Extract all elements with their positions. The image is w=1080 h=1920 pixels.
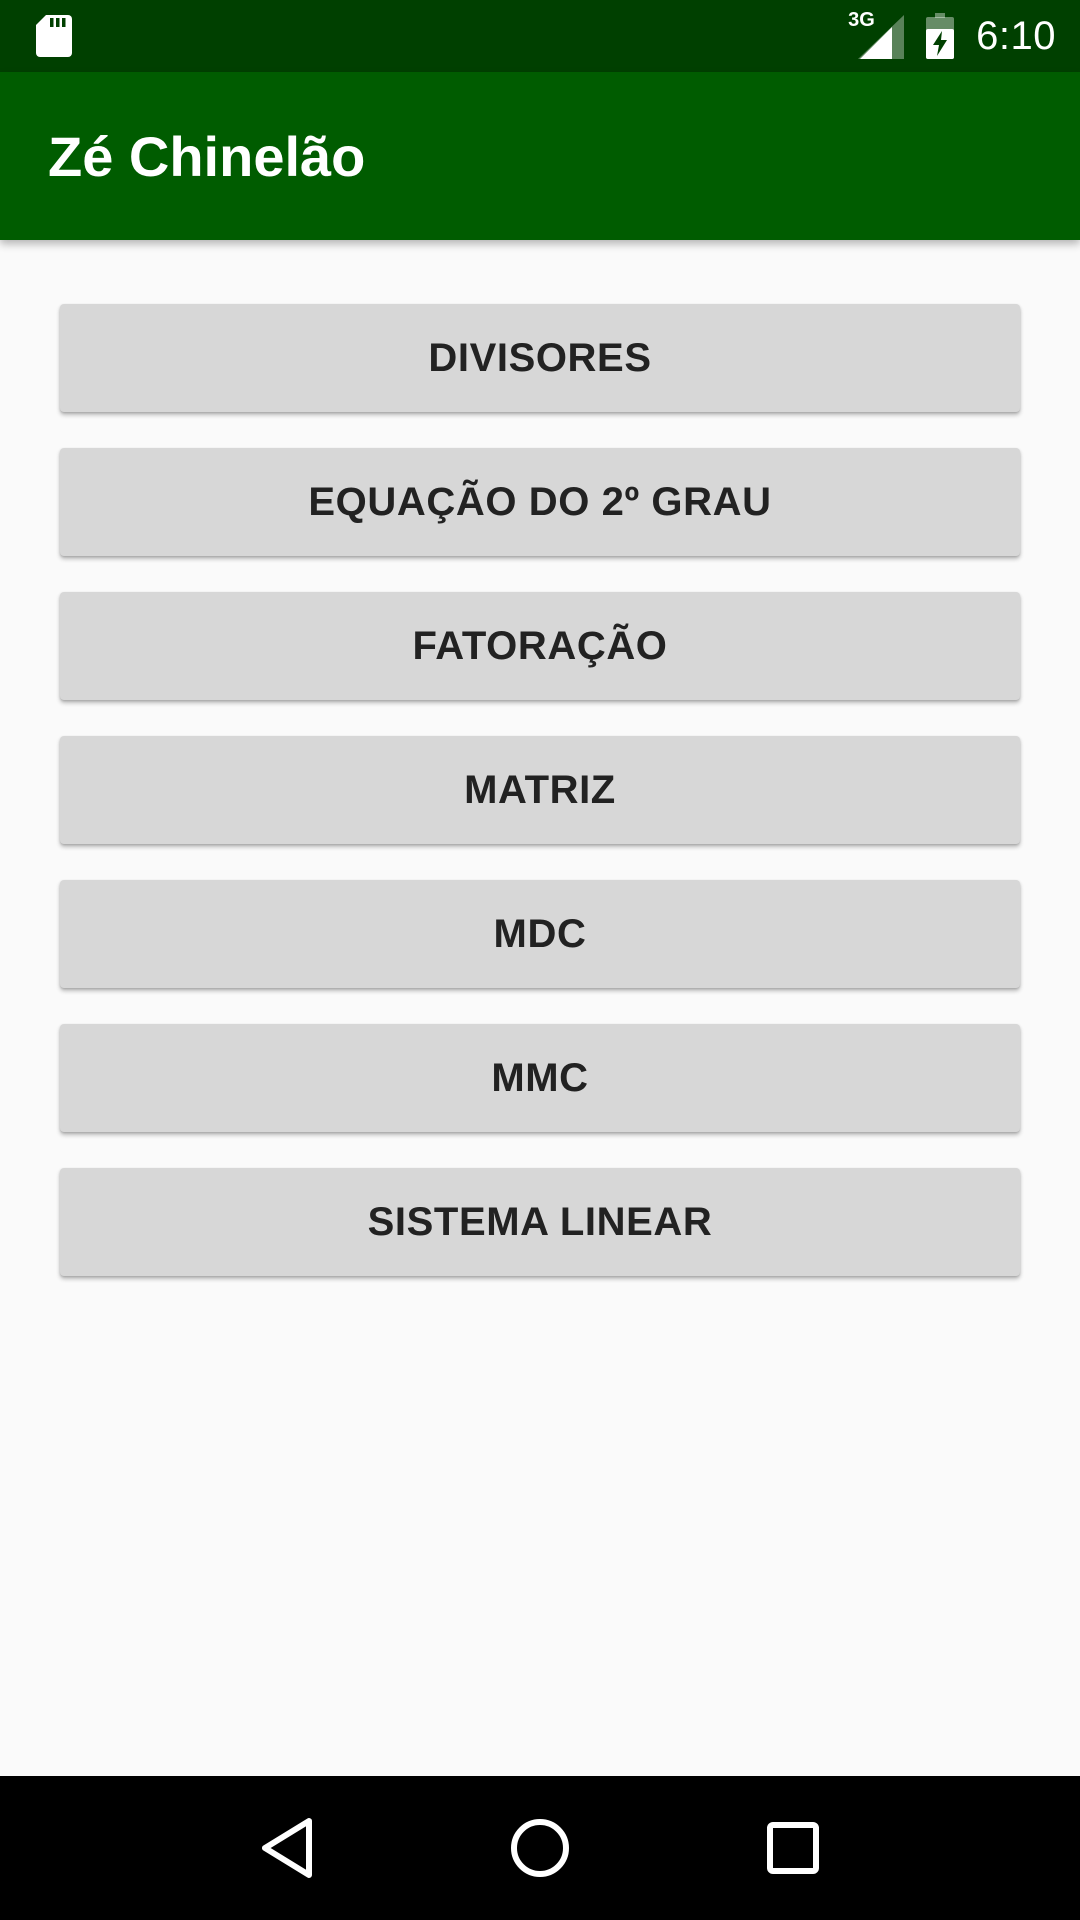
status-bar: 3G 6:10 (0, 0, 1080, 72)
fatoracao-button[interactable]: FATORAÇÃO (60, 592, 1020, 700)
status-right: 3G 6:10 (848, 9, 1056, 59)
menu-button-list: DIVISORES EQUAÇÃO DO 2º GRAU FATORAÇÃO M… (60, 304, 1020, 1276)
home-icon (510, 1819, 569, 1877)
main-content: DIVISORES EQUAÇÃO DO 2º GRAU FATORAÇÃO M… (0, 240, 1080, 1776)
mmc-button[interactable]: MMC (60, 1024, 1020, 1132)
recents-button[interactable] (745, 1800, 841, 1896)
recents-icon (767, 1822, 820, 1874)
divisores-button[interactable]: DIVISORES (60, 304, 1020, 412)
matriz-button[interactable]: MATRIZ (60, 736, 1020, 844)
app-bar: Zé Chinelão (0, 72, 1080, 240)
app-title: Zé Chinelão (48, 124, 366, 188)
home-button[interactable] (492, 1800, 588, 1896)
battery-charging-icon (926, 13, 955, 59)
equacao-2-grau-button[interactable]: EQUAÇÃO DO 2º GRAU (60, 448, 1020, 556)
signal-group: 3G (848, 9, 905, 59)
back-button[interactable] (239, 1800, 335, 1896)
status-left (36, 15, 72, 57)
cell-signal-icon (858, 15, 905, 59)
clock: 6:10 (976, 13, 1056, 58)
sd-card-icon (36, 15, 72, 57)
navigation-bar (0, 1776, 1080, 1920)
back-icon (261, 1818, 312, 1878)
sistema-linear-button[interactable]: SISTEMA LINEAR (60, 1168, 1020, 1276)
mdc-button[interactable]: MDC (60, 880, 1020, 988)
